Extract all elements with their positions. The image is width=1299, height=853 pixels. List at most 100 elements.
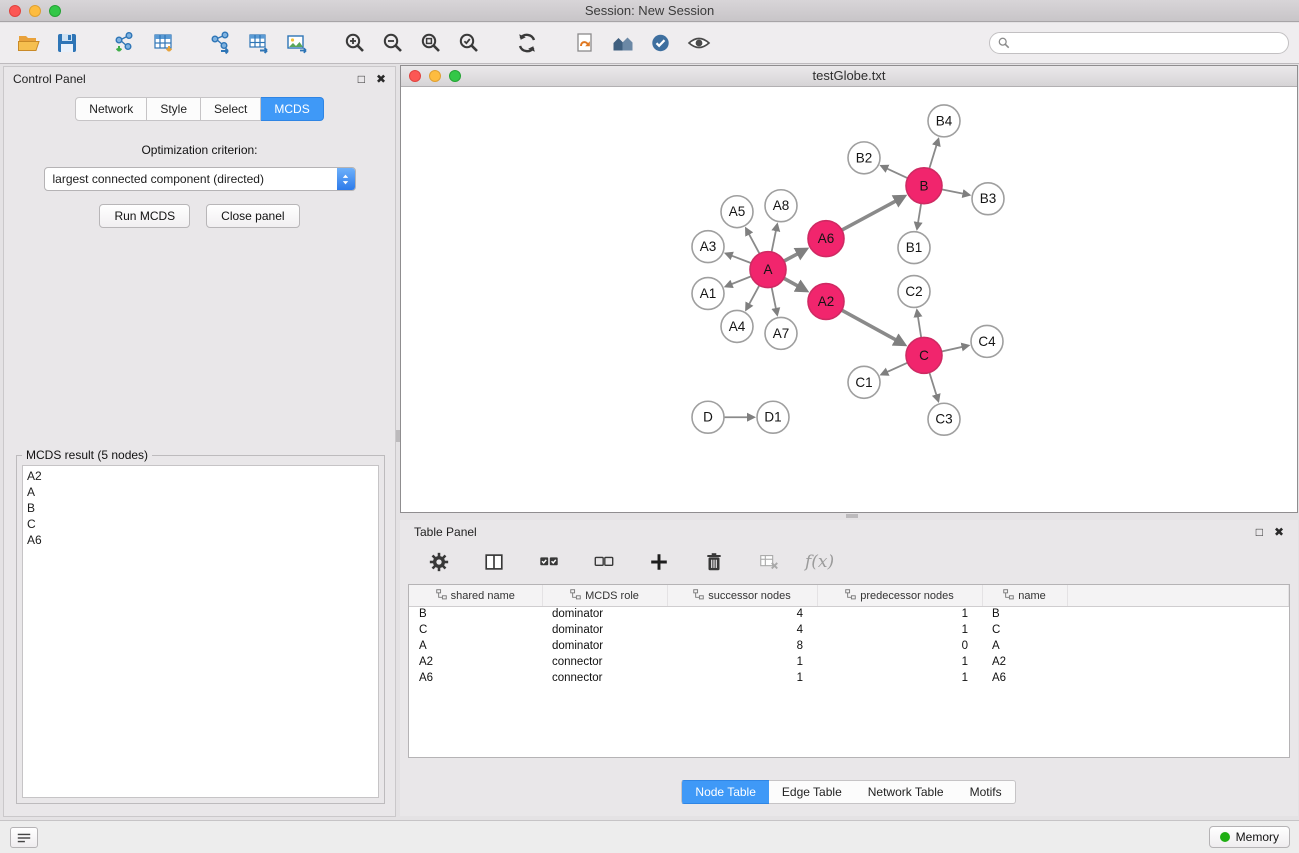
network-node-D[interactable]: D: [692, 401, 724, 433]
mcds-result-item[interactable]: B: [23, 500, 378, 516]
export-table-button[interactable]: [243, 27, 275, 59]
network-edge-A6-B[interactable]: [842, 201, 896, 230]
graphics-details-button[interactable]: [645, 27, 677, 59]
maximize-window-button[interactable]: [49, 5, 61, 17]
zoom-out-button[interactable]: [377, 27, 409, 59]
network-edge-A-A4[interactable]: [749, 285, 759, 304]
table-row[interactable]: Cdominator41C: [409, 622, 1289, 638]
network-edge-C-C3[interactable]: [929, 373, 936, 396]
table-settings-button[interactable]: [423, 546, 455, 578]
mcds-result-list[interactable]: A2ABCA6: [22, 465, 379, 798]
network-edge-B-B2[interactable]: [887, 168, 908, 178]
table-row[interactable]: A2connector11A2: [409, 654, 1289, 670]
task-history-button[interactable]: [10, 827, 38, 848]
mcds-result-item[interactable]: A: [23, 484, 378, 500]
network-node-C1[interactable]: C1: [848, 366, 880, 398]
tab-motifs[interactable]: Motifs: [957, 780, 1016, 804]
column-header-predecessor-nodes[interactable]: predecessor nodes: [817, 585, 982, 606]
show-hide-button[interactable]: [683, 27, 715, 59]
column-header-shared-name[interactable]: shared name: [409, 585, 542, 606]
minimize-window-button[interactable]: [29, 5, 41, 17]
search-input[interactable]: [1015, 35, 1280, 51]
run-mcds-button[interactable]: Run MCDS: [99, 204, 190, 228]
network-edge-A-A7[interactable]: [772, 287, 776, 309]
table-row[interactable]: Adominator80A: [409, 638, 1289, 654]
show-columns-button[interactable]: [478, 546, 510, 578]
network-edge-A-A2[interactable]: [784, 278, 798, 286]
network-edge-C-C1[interactable]: [887, 363, 908, 372]
network-edge-A-A5[interactable]: [749, 234, 760, 254]
mcds-result-item[interactable]: A2: [23, 468, 378, 484]
network-node-A7[interactable]: A7: [765, 317, 797, 349]
network-edge-A-A3[interactable]: [731, 256, 751, 264]
network-edge-C-C2[interactable]: [918, 316, 921, 337]
network-node-A4[interactable]: A4: [721, 310, 753, 342]
zoom-in-button[interactable]: [339, 27, 371, 59]
table-row[interactable]: Bdominator41B: [409, 606, 1289, 622]
optimization-criterion-select[interactable]: largest connected component (directed): [44, 167, 356, 191]
network-maximize-button[interactable]: [449, 70, 461, 82]
network-node-C3[interactable]: C3: [928, 403, 960, 435]
network-node-A1[interactable]: A1: [692, 278, 724, 310]
network-edge-B-B1[interactable]: [918, 203, 921, 223]
delete-table-button[interactable]: [753, 546, 785, 578]
network-node-D1[interactable]: D1: [757, 401, 789, 433]
network-node-A5[interactable]: A5: [721, 196, 753, 228]
zoom-selected-button[interactable]: [453, 27, 485, 59]
tab-style[interactable]: Style: [147, 97, 201, 121]
create-column-button[interactable]: [643, 546, 675, 578]
network-edge-A-A1[interactable]: [731, 276, 751, 284]
open-session-button[interactable]: [13, 27, 45, 59]
annotation-document-button[interactable]: [569, 27, 601, 59]
network-node-A[interactable]: A: [750, 252, 786, 288]
close-control-panel-icon[interactable]: ✖: [376, 72, 386, 86]
close-window-button[interactable]: [9, 5, 21, 17]
network-node-C4[interactable]: C4: [971, 325, 1003, 357]
tab-node-table[interactable]: Node Table: [681, 780, 770, 804]
function-builder-button[interactable]: f(x): [805, 552, 834, 572]
close-table-panel-icon[interactable]: ✖: [1274, 525, 1284, 539]
network-edge-C-C4[interactable]: [942, 347, 963, 352]
network-node-A8[interactable]: A8: [765, 190, 797, 222]
network-node-B4[interactable]: B4: [928, 105, 960, 137]
network-node-B[interactable]: B: [906, 168, 942, 204]
network-node-B1[interactable]: B1: [898, 232, 930, 264]
import-network-button[interactable]: [109, 27, 141, 59]
network-edge-A2-C[interactable]: [842, 310, 896, 340]
float-control-panel-icon[interactable]: □: [358, 72, 365, 86]
tab-edge-table[interactable]: Edge Table: [769, 780, 856, 804]
horizontal-splitter-handle[interactable]: [846, 514, 858, 518]
network-edge-B-B3[interactable]: [942, 189, 964, 193]
column-header-name[interactable]: name: [982, 585, 1067, 606]
search-box[interactable]: [989, 32, 1289, 54]
apply-layout-button[interactable]: [511, 27, 543, 59]
network-node-C[interactable]: C: [906, 337, 942, 373]
network-canvas[interactable]: B4B2BB3A5A8A6B1A3AC2A1A2A4A7C4CC1C3DD1: [401, 87, 1297, 512]
network-edge-A-A8[interactable]: [772, 230, 776, 252]
export-network-button[interactable]: [205, 27, 237, 59]
float-table-panel-icon[interactable]: □: [1256, 525, 1263, 539]
delete-column-button[interactable]: [698, 546, 730, 578]
column-header-successor-nodes[interactable]: successor nodes: [667, 585, 817, 606]
save-session-button[interactable]: [51, 27, 83, 59]
zoom-fit-button[interactable]: [415, 27, 447, 59]
network-node-A6[interactable]: A6: [808, 221, 844, 257]
network-edge-B-B4[interactable]: [929, 145, 936, 169]
tab-select[interactable]: Select: [201, 97, 261, 121]
network-node-A2[interactable]: A2: [808, 284, 844, 320]
vertical-splitter-handle[interactable]: [396, 430, 400, 442]
network-node-B3[interactable]: B3: [972, 183, 1004, 215]
mcds-result-item[interactable]: C: [23, 516, 378, 532]
column-header-MCDS-role[interactable]: MCDS role: [542, 585, 667, 606]
export-image-button[interactable]: [281, 27, 313, 59]
close-panel-button[interactable]: Close panel: [206, 204, 299, 228]
tab-network[interactable]: Network: [75, 97, 147, 121]
select-all-rows-button[interactable]: [533, 546, 565, 578]
network-node-A3[interactable]: A3: [692, 231, 724, 263]
deselect-all-rows-button[interactable]: [588, 546, 620, 578]
network-edge-A-A6[interactable]: [784, 254, 798, 261]
mcds-result-item[interactable]: A6: [23, 532, 378, 548]
network-node-B2[interactable]: B2: [848, 142, 880, 174]
tab-mcds[interactable]: MCDS: [261, 97, 323, 121]
import-table-button[interactable]: [147, 27, 179, 59]
